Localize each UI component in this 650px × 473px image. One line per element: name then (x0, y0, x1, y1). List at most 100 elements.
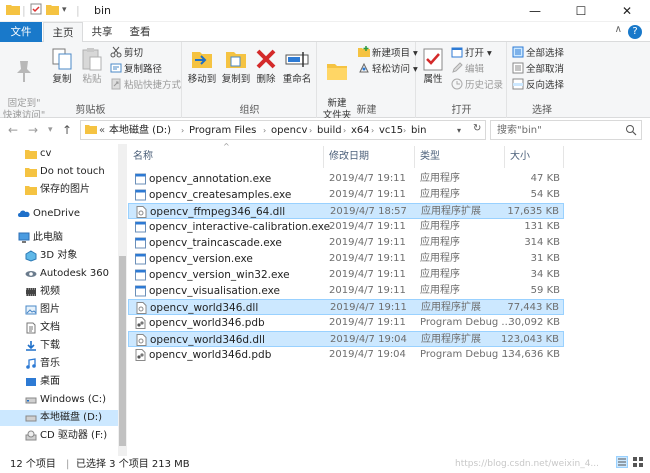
nav-item-drive-d[interactable]: 本地磁盘 (D:) (0, 410, 118, 426)
organize-group-label: 组织 (239, 105, 260, 116)
cut-label: 剪切 (124, 48, 144, 59)
column-header-name[interactable]: 名称 (128, 146, 324, 168)
minimize-button[interactable]: — (512, 0, 558, 22)
copy-button[interactable]: 复制 (48, 46, 76, 86)
open-button[interactable]: 打开 ▾ (451, 46, 492, 60)
crumb-bin[interactable]: bin (411, 123, 426, 138)
drive-icon (25, 415, 37, 422)
tab-home[interactable]: 主页 (43, 22, 83, 43)
address-dropdown-chevron-icon[interactable]: ▾ (457, 123, 461, 138)
crumb-separator-icon[interactable]: › (309, 123, 312, 138)
new-folder-qa-icon[interactable] (46, 3, 59, 18)
help-icon[interactable]: ? (628, 25, 642, 39)
invert-selection-button[interactable]: 反向选择 (512, 78, 564, 92)
nav-item-autodesk-360[interactable]: Autodesk 360 (0, 266, 118, 282)
refresh-icon[interactable]: ↻ (473, 123, 481, 134)
crumb-opencv[interactable]: opencv (271, 123, 307, 138)
nav-item-windows-c[interactable]: Windows (C:) (0, 392, 118, 408)
new-item-button[interactable]: 新建项目 ▾ (358, 46, 418, 60)
nav-item-cd-drive-f[interactable]: CD 驱动器 (F:) (0, 428, 118, 444)
nav-item-label: CD 驱动器 (F:) (40, 430, 108, 441)
paste-shortcut-button[interactable]: 粘贴快捷方式 (110, 78, 181, 92)
delete-button[interactable]: 删除 (253, 46, 279, 86)
large-icons-view-icon[interactable] (632, 456, 644, 468)
copy-to-button[interactable]: 复制到 (219, 46, 253, 86)
crumb-x64[interactable]: x64 (351, 123, 370, 138)
edit-button[interactable]: 编辑 (451, 62, 484, 76)
file-row[interactable]: opencv_world346.dll 2019/4/7 19:11 应用程序扩展 7… (128, 299, 564, 315)
easy-access-button[interactable]: 轻松访问 ▾ (358, 62, 418, 76)
cut-button[interactable]: 剪切 (110, 46, 143, 60)
nav-item-cv[interactable]: cv (0, 146, 118, 162)
nav-item-onedrive[interactable]: OneDrive (0, 206, 118, 222)
3d-objects-icon (25, 250, 37, 262)
recent-locations-chevron-icon[interactable]: ▾ (48, 122, 53, 138)
nav-item-videos[interactable]: 视频 (0, 284, 118, 300)
crumb-program-files[interactable]: Program Files (189, 123, 256, 138)
maximize-button[interactable]: ☐ (558, 0, 604, 22)
crumb-vc15[interactable]: vc15 (379, 123, 403, 138)
rename-button[interactable]: 重命名 (279, 46, 315, 86)
autodesk-icon (25, 271, 37, 277)
move-to-button[interactable]: 移动到 (185, 46, 219, 86)
file-row[interactable]: opencv_world346.pdb 2019/4/7 19:11 Program… (128, 315, 564, 331)
address-overflow[interactable]: « (99, 123, 105, 138)
column-header-date[interactable]: 修改日期 (324, 146, 415, 168)
details-view-icon[interactable] (616, 456, 628, 468)
crumb-separator-icon[interactable]: › (181, 123, 184, 138)
back-arrow-icon[interactable]: ← (8, 122, 18, 138)
file-row[interactable]: opencv_visualisation.exe 2019/4/7 19:11 应用… (128, 283, 564, 299)
file-row[interactable]: opencv_world346d.pdb 2019/4/7 19:04 Progra… (128, 347, 564, 363)
nav-pane-scrollbar-thumb[interactable] (119, 256, 126, 446)
column-header-type[interactable]: 类型 (415, 146, 505, 168)
pictures-icon (25, 305, 37, 315)
crumb-separator-icon[interactable]: › (343, 123, 346, 138)
select-all-button[interactable]: 全部选择 (512, 46, 564, 60)
address-bar[interactable]: « 本地磁盘 (D:) › Program Files › opencv › b… (80, 120, 486, 140)
forward-arrow-icon[interactable]: → (28, 122, 38, 138)
nav-item-desktop[interactable]: 桌面 (0, 374, 118, 390)
file-name: opencv_annotation.exe (149, 173, 272, 185)
crumb-drive-d[interactable]: 本地磁盘 (D:) (109, 123, 171, 138)
close-button[interactable]: ✕ (604, 0, 650, 22)
watermark: https://blog.csdn.net/weixin_4... (455, 459, 600, 469)
nav-pane-scrollbar[interactable] (118, 144, 127, 456)
paste-button[interactable]: 粘贴 (78, 46, 106, 86)
nav-item-documents[interactable]: 文档 (0, 320, 118, 336)
file-row[interactable]: opencv_version.exe 2019/4/7 19:11 应用程序 31 K… (128, 251, 564, 267)
file-row[interactable]: opencv_ffmpeg346_64.dll 2019/4/7 18:57 应用程… (128, 203, 564, 219)
copy-path-button[interactable]: 复制路径 (110, 62, 162, 76)
nav-item-pictures[interactable]: 图片 (0, 302, 118, 318)
nav-item-label: 保存的图片 (40, 184, 90, 195)
nav-item-downloads[interactable]: 下载 (0, 338, 118, 354)
tab-file[interactable]: 文件 (0, 22, 42, 42)
nav-item-3d-objects[interactable]: 3D 对象 (0, 248, 118, 264)
crumb-separator-icon[interactable]: › (263, 123, 266, 138)
file-row[interactable]: opencv_annotation.exe 2019/4/7 19:11 应用程序 4… (128, 171, 564, 187)
file-row[interactable]: opencv_interactive-calibration.exe 2019/4… (128, 219, 564, 235)
nav-item-this-pc[interactable]: 此电脑 (0, 230, 118, 246)
nav-item-saved-pictures[interactable]: 保存的图片 (0, 182, 118, 198)
column-header-size[interactable]: 大小 (505, 146, 564, 168)
customize-qa-chevron-icon[interactable]: ▾ (62, 3, 67, 18)
tab-share[interactable]: 共享 (84, 22, 120, 42)
crumb-build[interactable]: build (317, 123, 342, 138)
history-button[interactable]: 历史记录 (451, 78, 503, 92)
file-row[interactable]: opencv_world346d.dll 2019/4/7 19:04 应用程序扩展… (128, 331, 564, 347)
file-row[interactable]: opencv_createsamples.exe 2019/4/7 19:11 应用… (128, 187, 564, 203)
up-arrow-icon[interactable]: ↑ (62, 122, 72, 138)
ribbon-collapse-chevron-icon[interactable]: ∧ (615, 24, 622, 35)
nav-item-music[interactable]: 音乐 (0, 356, 118, 372)
file-name: opencv_version_win32.exe (149, 269, 290, 281)
tab-view[interactable]: 查看 (122, 22, 158, 42)
exe-file-icon (135, 237, 146, 249)
file-row[interactable]: opencv_traincascade.exe 2019/4/7 19:11 应用程… (128, 235, 564, 251)
select-none-button[interactable]: 全部取消 (512, 62, 564, 76)
nav-item-do-not-touch[interactable]: Do not touch (0, 164, 118, 180)
properties-button[interactable]: 属性 (419, 46, 447, 86)
crumb-separator-icon[interactable]: › (403, 123, 406, 138)
file-row[interactable]: opencv_version_win32.exe 2019/4/7 19:11 应用… (128, 267, 564, 283)
crumb-separator-icon[interactable]: › (371, 123, 374, 138)
search-box[interactable]: 搜索"bin" (490, 120, 642, 140)
properties-qa-icon[interactable] (30, 3, 42, 18)
